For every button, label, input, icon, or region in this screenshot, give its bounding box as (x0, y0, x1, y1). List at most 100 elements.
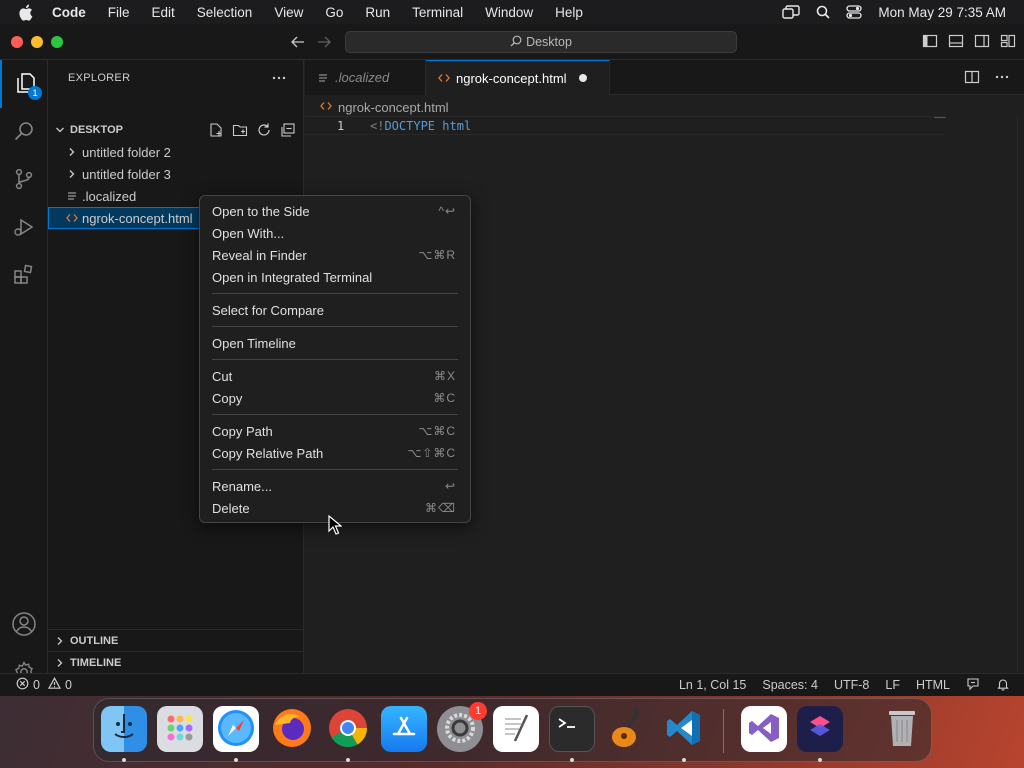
breadcrumb-file[interactable]: ngrok-concept.html (338, 100, 449, 115)
split-editor-icon[interactable] (964, 69, 980, 88)
go-forward-arrow-icon[interactable] (314, 32, 334, 52)
menu-file[interactable]: File (108, 5, 130, 20)
menu-cut[interactable]: Cut ⌘X (200, 365, 470, 387)
menu-open-with[interactable]: Open With... (200, 222, 470, 244)
end-of-line[interactable]: LF (885, 678, 900, 692)
activity-run-debug[interactable] (0, 204, 48, 252)
menu-open-in-terminal[interactable]: Open in Integrated Terminal (200, 266, 470, 288)
code-line[interactable]: 1 <!DOCTYPE html (305, 116, 945, 135)
menu-selection[interactable]: Selection (197, 5, 253, 20)
dock-vscode[interactable] (661, 706, 707, 752)
html-file-icon (320, 100, 332, 115)
customize-layout-icon[interactable] (1000, 33, 1016, 52)
dock-launchpad[interactable] (157, 706, 203, 752)
dock-shortcuts[interactable] (797, 706, 843, 752)
dock-chrome[interactable] (325, 706, 371, 752)
more-actions-icon[interactable] (994, 69, 1010, 88)
dock-safari[interactable] (213, 706, 259, 752)
collapse-all-icon[interactable] (280, 122, 296, 141)
notifications-bell-icon[interactable] (996, 677, 1010, 694)
tree-folder-untitled-3[interactable]: untitled folder 3 (48, 163, 304, 185)
extensions-icon (12, 263, 36, 290)
menu-copy-relative-path[interactable]: Copy Relative Path ⌥⇧⌘C (200, 442, 470, 464)
tab-localized[interactable]: .localized (305, 60, 426, 95)
tab-ngrok-concept[interactable]: ngrok-concept.html (426, 60, 610, 95)
menu-open-timeline[interactable]: Open Timeline (200, 332, 470, 354)
toggle-panel-icon[interactable] (948, 33, 964, 52)
dock-system-settings[interactable]: 1 (437, 702, 487, 752)
dock-trash[interactable] (879, 706, 925, 752)
finder-icon (107, 711, 141, 748)
language-mode[interactable]: HTML (916, 678, 950, 692)
menu-shortcut: ⌥⌘R (418, 248, 456, 262)
menu-copy-path[interactable]: Copy Path ⌥⌘C (200, 420, 470, 442)
dock-visual-studio[interactable] (741, 706, 787, 752)
problems-status[interactable]: 0 0 (16, 676, 72, 693)
menu-window[interactable]: Window (485, 5, 533, 20)
menubar-clock[interactable]: Mon May 29 7:35 AM (878, 5, 1006, 20)
breadcrumb[interactable]: ngrok-concept.html (320, 98, 449, 116)
more-actions-icon[interactable] (271, 70, 287, 89)
activity-search[interactable] (0, 108, 48, 156)
new-file-icon[interactable] (208, 122, 224, 141)
new-folder-icon[interactable] (232, 122, 248, 141)
menu-reveal-in-finder[interactable]: Reveal in Finder ⌥⌘R (200, 244, 470, 266)
cursor-position[interactable]: Ln 1, Col 15 (679, 678, 746, 692)
tree-item-label: ngrok-concept.html (82, 210, 193, 226)
menu-edit[interactable]: Edit (152, 5, 175, 20)
menu-item-label: Copy Relative Path (212, 445, 324, 461)
menu-item-label: Select for Compare (212, 302, 324, 318)
chevron-right-icon (64, 169, 80, 179)
command-center-search[interactable]: Desktop (345, 31, 737, 53)
dock-app-store[interactable] (381, 706, 427, 752)
running-indicator (682, 758, 686, 762)
folder-section-desktop[interactable]: DESKTOP (48, 119, 304, 141)
file-encoding[interactable]: UTF-8 (834, 678, 869, 692)
feedback-icon[interactable] (966, 677, 980, 694)
menu-terminal[interactable]: Terminal (412, 5, 463, 20)
activity-extensions[interactable] (0, 252, 48, 300)
refresh-icon[interactable] (256, 122, 272, 141)
indentation[interactable]: Spaces: 4 (762, 678, 818, 692)
tab-label: .localized (335, 70, 390, 85)
toggle-secondary-sidebar-icon[interactable] (974, 33, 990, 52)
menu-select-for-compare[interactable]: Select for Compare (200, 299, 470, 321)
dock-finder[interactable] (101, 706, 147, 752)
menu-help[interactable]: Help (555, 5, 583, 20)
dock-firefox[interactable] (269, 706, 315, 752)
menu-app-name[interactable]: Code (52, 5, 86, 20)
window-minimize-button[interactable] (31, 36, 43, 48)
code-text[interactable]: <!DOCTYPE html (370, 119, 471, 133)
activity-explorer[interactable]: 1 (0, 60, 48, 108)
menu-go[interactable]: Go (325, 5, 343, 20)
mouse-pointer-icon (328, 514, 343, 538)
menu-copy[interactable]: Copy ⌘C (200, 387, 470, 409)
tree-folder-untitled-2[interactable]: untitled folder 2 (48, 141, 304, 163)
window-close-button[interactable] (11, 36, 23, 48)
menu-run[interactable]: Run (365, 5, 390, 20)
go-back-arrow-icon[interactable] (288, 32, 308, 52)
minimap[interactable] (934, 117, 946, 118)
timeline-section[interactable]: TIMELINE (48, 651, 304, 673)
menu-shortcut: ⌥⇧⌘C (407, 446, 456, 460)
dock-terminal[interactable] (549, 706, 595, 752)
editor-scrollbar[interactable] (1017, 117, 1018, 672)
menu-item-label: Open to the Side (212, 203, 310, 219)
outline-section[interactable]: OUTLINE (48, 629, 304, 651)
screen-mirroring-icon[interactable] (782, 5, 801, 19)
control-center-icon[interactable] (846, 5, 863, 19)
activity-source-control[interactable] (0, 156, 48, 204)
menu-open-to-side[interactable]: Open to the Side ^↩ (200, 200, 470, 222)
dock-garageband[interactable] (605, 706, 651, 752)
menu-view[interactable]: View (274, 5, 303, 20)
dock-textedit[interactable] (493, 706, 539, 752)
code-html: html (442, 119, 472, 133)
spotlight-search-icon[interactable] (816, 5, 831, 19)
apple-icon[interactable] (18, 4, 36, 21)
window-maximize-button[interactable] (51, 36, 63, 48)
menu-rename[interactable]: Rename... ↩ (200, 475, 470, 497)
chevron-right-icon (50, 658, 70, 668)
activity-accounts[interactable] (0, 601, 48, 649)
toggle-primary-sidebar-icon[interactable] (922, 33, 938, 52)
unsaved-dot-icon[interactable] (578, 74, 587, 82)
